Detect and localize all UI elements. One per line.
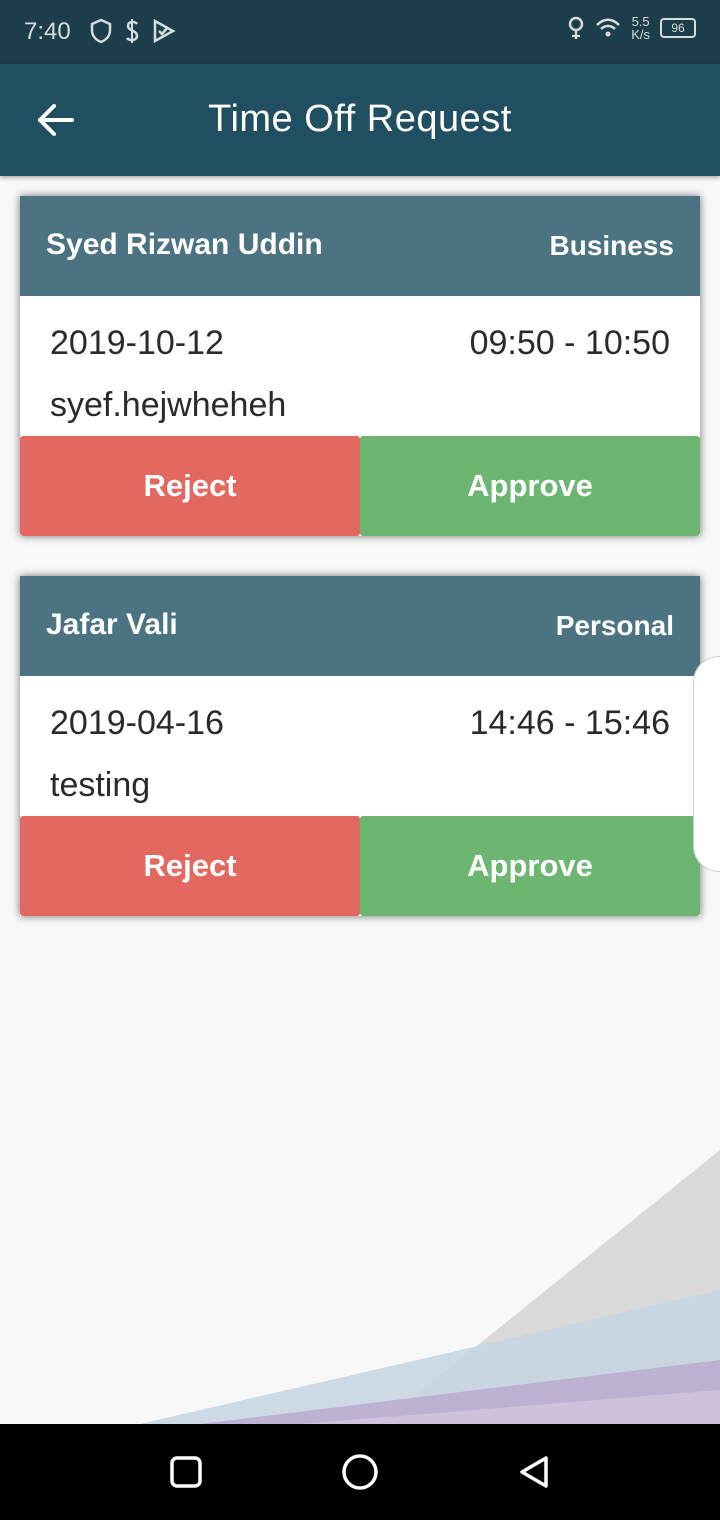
triangle-back-icon bbox=[520, 1456, 548, 1488]
card-body: 2019-04-16 14:46 - 15:46 testing bbox=[20, 676, 700, 816]
request-card: Jafar Vali Personal 2019-04-16 14:46 - 1… bbox=[20, 576, 700, 916]
request-type: Personal bbox=[555, 610, 674, 641]
net-speed-unit: K/s bbox=[631, 27, 650, 42]
circle-icon bbox=[342, 1454, 378, 1490]
request-list: Syed Rizwan Uddin Business 2019-10-12 09… bbox=[20, 196, 700, 956]
nav-back-button[interactable] bbox=[512, 1450, 556, 1494]
location-bulb-icon bbox=[568, 16, 584, 39]
card-header: Jafar Vali Personal bbox=[20, 576, 700, 676]
dollar-icon bbox=[125, 19, 139, 43]
card-actions: Reject Approve bbox=[20, 436, 700, 536]
shield-icon bbox=[90, 18, 112, 44]
reject-button[interactable]: Reject bbox=[20, 816, 360, 916]
app-bar: Time Off Request bbox=[0, 64, 720, 176]
play-check-icon bbox=[153, 18, 176, 44]
request-card: Syed Rizwan Uddin Business 2019-10-12 09… bbox=[20, 196, 700, 536]
status-bar: 7:40 5.5 K/s 96 bbox=[0, 0, 720, 64]
square-icon bbox=[170, 1456, 202, 1488]
card-body: 2019-10-12 09:50 - 10:50 syef.hejwheheh bbox=[20, 296, 700, 436]
request-date: 2019-10-12 bbox=[50, 324, 224, 362]
card-actions: Reject Approve bbox=[20, 816, 700, 916]
employee-name: Syed Rizwan Uddin bbox=[46, 228, 323, 261]
battery-icon: 96 bbox=[660, 18, 696, 38]
card-header: Syed Rizwan Uddin Business bbox=[20, 196, 700, 296]
page-title: Time Off Request bbox=[208, 98, 512, 140]
status-icons-left bbox=[90, 18, 176, 44]
request-note: syef.hejwheheh bbox=[50, 386, 287, 424]
wifi-icon bbox=[596, 18, 621, 37]
recent-apps-button[interactable] bbox=[164, 1450, 208, 1494]
background-decoration bbox=[140, 1150, 720, 1424]
status-time: 7:40 bbox=[24, 18, 71, 45]
employee-name: Jafar Vali bbox=[46, 608, 178, 641]
approve-button[interactable]: Approve bbox=[360, 436, 700, 536]
net-speed: 5.5 K/s bbox=[631, 15, 650, 41]
request-time-range: 09:50 - 10:50 bbox=[469, 324, 670, 362]
edge-panel-handle[interactable] bbox=[693, 656, 720, 872]
status-icons-right: 5.5 K/s 96 bbox=[567, 15, 696, 41]
reject-button[interactable]: Reject bbox=[20, 436, 360, 536]
approve-button[interactable]: Approve bbox=[360, 816, 700, 916]
system-nav-bar bbox=[0, 1424, 720, 1520]
request-type: Business bbox=[549, 230, 675, 261]
request-time-range: 14:46 - 15:46 bbox=[469, 704, 670, 742]
request-note: testing bbox=[50, 766, 151, 804]
request-date: 2019-04-16 bbox=[50, 704, 224, 742]
home-button[interactable] bbox=[338, 1450, 382, 1494]
